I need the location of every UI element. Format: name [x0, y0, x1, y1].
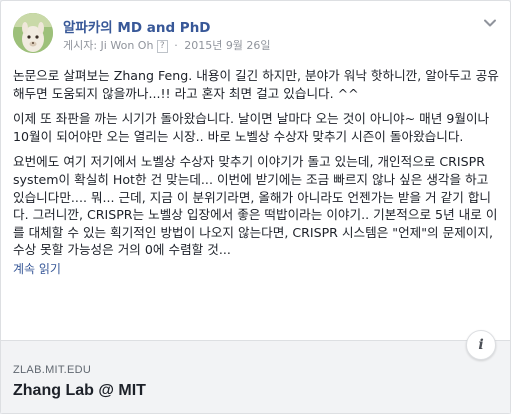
- alpaca-avatar-icon: [13, 13, 53, 53]
- meta-separator: ·: [174, 39, 178, 52]
- help-badge[interactable]: ?: [156, 40, 168, 53]
- post-paragraph: 요번에도 여기 저기에서 노벨상 수상자 맞추기 이야기가 돌고 있는데, 개인…: [13, 154, 498, 258]
- page-name-link[interactable]: 알파카의 MD and PhD: [63, 16, 211, 36]
- link-domain: ZLAB.MIT.EDU: [13, 364, 92, 376]
- link-preview[interactable]: i ZLAB.MIT.EDU Zhang Lab @ MIT: [1, 330, 510, 413]
- chevron-down-icon[interactable]: [482, 15, 498, 31]
- post-header: 알파카의 MD and PhD 게시자: Ji Won Oh ? · 2015년…: [13, 13, 498, 59]
- post-date[interactable]: 2015년 9월 26일: [184, 39, 270, 52]
- link-title[interactable]: Zhang Lab @ MIT: [13, 382, 146, 400]
- info-icon[interactable]: i: [466, 330, 496, 360]
- see-more-link[interactable]: 계속 읽기: [13, 261, 499, 279]
- avatar[interactable]: [13, 13, 53, 53]
- post-paragraph: 논문으로 살펴보는 Zhang Feng. 내용이 길긴 하지만, 분야가 워낙…: [13, 68, 499, 101]
- post-card: 알파카의 MD and PhD 게시자: Ji Won Oh ? · 2015년…: [0, 0, 511, 414]
- author-label[interactable]: 게시자: Ji Won Oh: [63, 39, 153, 52]
- post-meta: 게시자: Ji Won Oh ? · 2015년 9월 26일: [63, 37, 271, 53]
- post-body: 논문으로 살펴보는 Zhang Feng. 내용이 길긴 하지만, 분야가 워낙…: [13, 67, 499, 279]
- post-paragraph: 이제 또 좌판을 까는 시기가 돌아왔습니다. 날이면 날마다 오는 것이 아니…: [13, 111, 490, 144]
